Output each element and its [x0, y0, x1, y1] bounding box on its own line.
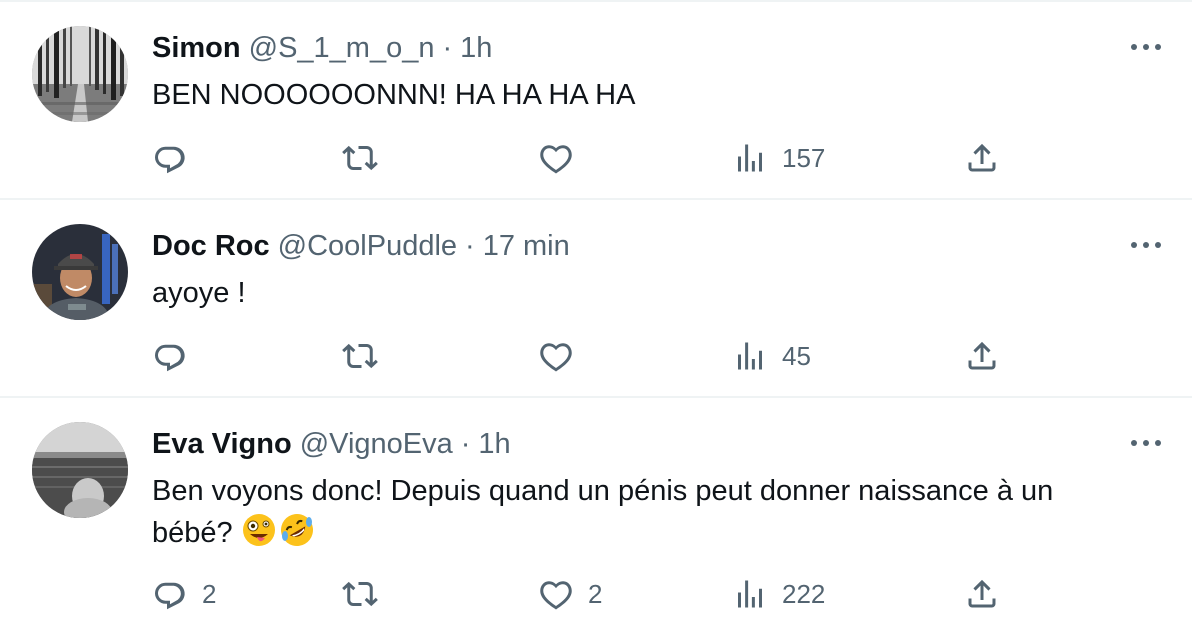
reply-tweet[interactable]: Doc Roc @CoolPuddle · 17 min ayoye ! 45: [0, 200, 1192, 396]
avatar[interactable]: [32, 26, 128, 122]
share-button[interactable]: [964, 334, 1000, 378]
tweet-text-line: bébé?: [152, 512, 1142, 554]
reply-button[interactable]: [152, 136, 202, 180]
like-button[interactable]: 2: [538, 572, 602, 616]
avatar[interactable]: [32, 422, 128, 518]
views-button[interactable]: 222: [732, 572, 825, 616]
share-button[interactable]: [964, 572, 1000, 616]
tweet-text-line: Ben voyons donc! Depuis quand un pénis p…: [152, 475, 1054, 507]
tweet-header: Simon @S_1_m_o_n · 1h: [152, 30, 492, 66]
action-bar: 157: [152, 136, 1032, 180]
zany-face-emoji: [241, 512, 277, 548]
separator-dot: ·: [442, 32, 453, 64]
retweet-arrows-icon: [342, 145, 378, 171]
display-name[interactable]: Simon: [152, 30, 241, 66]
timestamp[interactable]: 1h: [460, 30, 492, 66]
reply-tweet[interactable]: Simon @S_1_m_o_n · 1h BEN NOOOOOONNN! HA…: [0, 2, 1192, 198]
reply-count: 2: [202, 578, 217, 609]
avatar-forest-image: [32, 26, 128, 122]
user-handle[interactable]: @VignoEva: [300, 426, 453, 462]
speech-bubble-icon: [155, 146, 185, 174]
reply-button[interactable]: [152, 334, 202, 378]
views-button[interactable]: 157: [732, 136, 825, 180]
tweet-text: Ben voyons donc! Depuis quand un pénis p…: [152, 470, 1142, 554]
separator-dot: ·: [465, 230, 475, 262]
more-options-button[interactable]: [1128, 428, 1164, 458]
retweet-button[interactable]: [342, 136, 392, 180]
display-name[interactable]: Doc Roc: [152, 228, 270, 264]
heart-icon: [540, 145, 572, 174]
tweet-text: ayoye !: [152, 277, 246, 309]
separator-dot: ·: [460, 428, 471, 460]
rolling-on-floor-laughing-emoji: [279, 512, 315, 548]
retweet-button[interactable]: [342, 572, 392, 616]
like-count: 2: [588, 578, 603, 609]
tweet-text: BEN NOOOOOONNN! HA HA HA HA: [152, 79, 636, 111]
heart-icon: [540, 343, 572, 372]
bar-chart-icon: [738, 144, 762, 172]
bar-chart-icon: [738, 580, 762, 608]
like-button[interactable]: [538, 136, 588, 180]
ellipsis-icon: [1131, 242, 1161, 248]
heart-icon: [540, 581, 572, 610]
avatar[interactable]: [32, 224, 128, 320]
speech-bubble-icon: [155, 582, 185, 610]
share-upload-icon: [968, 143, 996, 172]
avatar-lake-image: [32, 422, 128, 518]
ellipsis-icon: [1131, 440, 1161, 446]
tweet-header: Doc Roc @CoolPuddle · 17 min: [152, 228, 570, 264]
timestamp[interactable]: 17 min: [483, 228, 570, 264]
tweet-header: Eva Vigno @VignoEva · 1h: [152, 426, 511, 462]
ellipsis-icon: [1131, 44, 1161, 50]
view-count: 45: [782, 340, 811, 371]
retweet-arrows-icon: [342, 343, 378, 369]
share-upload-icon: [968, 579, 996, 608]
action-bar: 45: [152, 334, 1032, 378]
more-options-button[interactable]: [1128, 32, 1164, 62]
tweet-text-fragment: bébé?: [152, 517, 233, 549]
user-handle[interactable]: @CoolPuddle: [278, 228, 457, 264]
more-options-button[interactable]: [1128, 230, 1164, 260]
retweet-arrows-icon: [342, 581, 378, 607]
like-button[interactable]: [538, 334, 588, 378]
speech-bubble-icon: [155, 344, 185, 372]
user-handle[interactable]: @S_1_m_o_n: [249, 30, 435, 66]
share-button[interactable]: [964, 136, 1000, 180]
bar-chart-icon: [738, 342, 762, 370]
share-upload-icon: [968, 341, 996, 370]
reply-tweet[interactable]: Eva Vigno @VignoEva · 1h Ben voyons donc…: [0, 398, 1192, 626]
avatar-man-cap-image: [32, 224, 128, 320]
view-count: 157: [782, 142, 826, 173]
retweet-button[interactable]: [342, 334, 392, 378]
display-name[interactable]: Eva Vigno: [152, 426, 292, 462]
view-count: 222: [782, 578, 826, 609]
timestamp[interactable]: 1h: [478, 426, 510, 462]
reply-button[interactable]: 2: [152, 572, 216, 616]
views-button[interactable]: 45: [732, 334, 811, 378]
action-bar: 2 2 222: [152, 572, 1032, 616]
